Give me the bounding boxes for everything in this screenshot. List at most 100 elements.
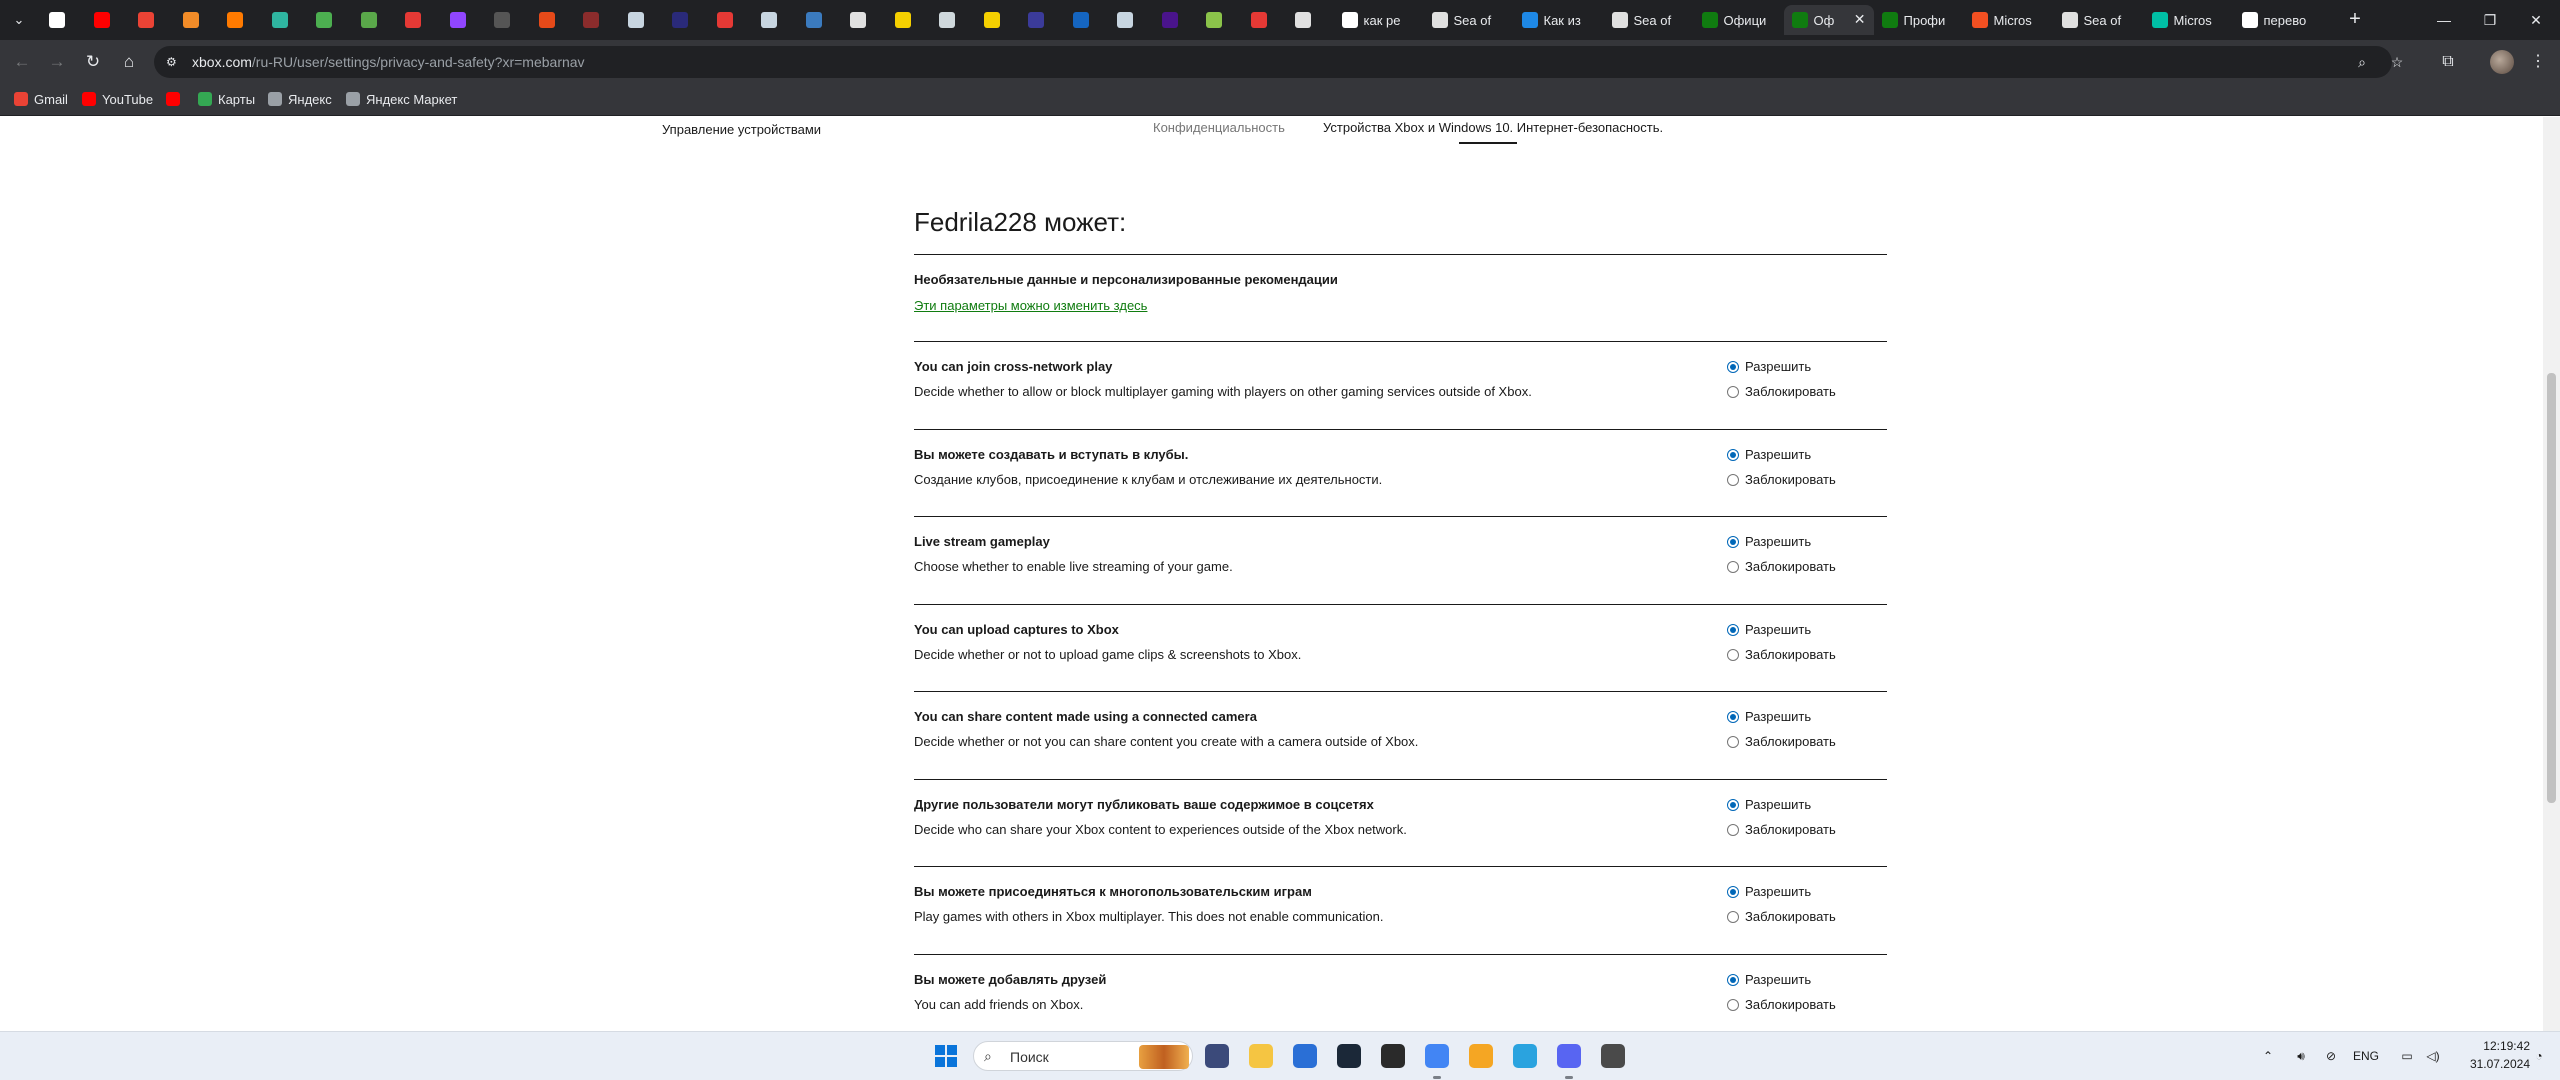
radio-button[interactable] bbox=[1727, 386, 1739, 398]
browser-tab[interactable] bbox=[978, 5, 1022, 35]
radio-button[interactable] bbox=[1727, 561, 1739, 573]
browser-tab[interactable]: как ре bbox=[1334, 5, 1424, 35]
radio-allow[interactable]: Разрешить bbox=[1727, 447, 1811, 462]
browser-tab[interactable]: Sea of bbox=[1424, 5, 1514, 35]
radio-button[interactable] bbox=[1727, 911, 1739, 923]
language-indicator[interactable]: ENG bbox=[2352, 1047, 2380, 1065]
bookmark-item[interactable]: YouTube bbox=[82, 92, 153, 110]
file-explorer-icon[interactable] bbox=[1249, 1044, 1273, 1068]
radio-button[interactable] bbox=[1727, 623, 1739, 636]
radio-allow[interactable]: Разрешить bbox=[1727, 884, 1811, 899]
clock-date[interactable]: 31.07.2024 bbox=[2460, 1057, 2530, 1071]
nav-device-management[interactable]: Управление устройствами bbox=[662, 122, 821, 137]
extensions-icon[interactable]: ⧉ bbox=[2436, 50, 2460, 74]
windows-start-icon[interactable] bbox=[935, 1045, 957, 1067]
page-scrollbar[interactable] bbox=[2543, 117, 2560, 1031]
browser-tab[interactable] bbox=[444, 5, 488, 35]
browser-tab[interactable]: Sea of bbox=[2054, 5, 2144, 35]
browser-tab[interactable] bbox=[1200, 5, 1244, 35]
speaker-icon[interactable]: ◁) bbox=[2424, 1047, 2442, 1065]
display-icon[interactable]: ▭ bbox=[2398, 1047, 2416, 1065]
radio-button[interactable] bbox=[1727, 798, 1739, 811]
browser-tab[interactable] bbox=[399, 5, 443, 35]
browser-tab[interactable] bbox=[755, 5, 799, 35]
radio-button[interactable] bbox=[1727, 473, 1739, 486]
browser-tab[interactable]: Micros bbox=[2144, 5, 2234, 35]
new-tab-button[interactable]: + bbox=[2344, 9, 2366, 31]
zoom-icon[interactable]: ⌕ bbox=[2352, 52, 2372, 72]
bookmark-item[interactable]: Gmail bbox=[14, 92, 68, 110]
browser-tab[interactable] bbox=[577, 5, 621, 35]
radio-block[interactable]: Заблокировать bbox=[1727, 472, 1836, 487]
browser-tab[interactable]: Micros bbox=[1964, 5, 2054, 35]
browser-tab[interactable] bbox=[533, 5, 577, 35]
radio-block[interactable]: Заблокировать bbox=[1727, 647, 1836, 662]
radio-button[interactable] bbox=[1727, 361, 1739, 373]
radio-allow[interactable]: Разрешить bbox=[1727, 709, 1811, 724]
browser-tab[interactable] bbox=[666, 5, 710, 35]
home-button[interactable]: ⌂ bbox=[117, 50, 141, 74]
url-text[interactable]: xbox.com/ru-RU/user/settings/privacy-and… bbox=[192, 54, 585, 70]
site-info-icon[interactable]: ⚙ bbox=[166, 54, 182, 70]
radio-allow[interactable]: Разрешить bbox=[1727, 972, 1811, 987]
radio-block[interactable]: Заблокировать bbox=[1727, 997, 1836, 1012]
bookmark-item[interactable]: Яндекс Маркет bbox=[346, 92, 457, 110]
minimize-button[interactable]: — bbox=[2424, 8, 2464, 32]
browser-tab[interactable] bbox=[177, 5, 221, 35]
epic-games-icon[interactable] bbox=[1381, 1044, 1405, 1068]
browser-tab[interactable]: Профи bbox=[1874, 5, 1964, 35]
forward-button[interactable]: → bbox=[45, 50, 69, 74]
radio-button[interactable] bbox=[1727, 823, 1739, 836]
radio-button[interactable] bbox=[1727, 648, 1739, 661]
browser-tab[interactable]: Офици bbox=[1694, 5, 1784, 35]
browser-tab[interactable] bbox=[488, 5, 532, 35]
menu-kebab-icon[interactable]: ⋮ bbox=[2526, 50, 2550, 74]
browser-tab[interactable] bbox=[88, 5, 132, 35]
radio-button[interactable] bbox=[1727, 886, 1739, 898]
bookmark-item[interactable] bbox=[166, 92, 186, 110]
browser-tab[interactable] bbox=[221, 5, 265, 35]
tab-close-icon[interactable]: ✕ bbox=[1854, 11, 1866, 28]
radio-block[interactable]: Заблокировать bbox=[1727, 909, 1836, 924]
browser-tab[interactable] bbox=[889, 5, 933, 35]
radio-button[interactable] bbox=[1727, 448, 1739, 461]
bookmark-item[interactable]: Яндекс bbox=[268, 92, 332, 110]
yandex-browser-icon[interactable] bbox=[1469, 1044, 1493, 1068]
tray-overflow-chevron-icon[interactable]: ⌃ bbox=[2260, 1047, 2276, 1065]
radio-allow[interactable]: Разрешить bbox=[1727, 797, 1811, 812]
tab-online-safety[interactable]: Устройства Xbox и Windows 10. Интернет-б… bbox=[1323, 120, 1663, 135]
browser-tab[interactable] bbox=[266, 5, 310, 35]
store-icon[interactable] bbox=[1293, 1044, 1317, 1068]
radio-button[interactable] bbox=[1727, 973, 1739, 986]
discord-icon[interactable] bbox=[1557, 1044, 1581, 1068]
network-off-icon[interactable]: ⊘ bbox=[2322, 1047, 2340, 1065]
clock-time[interactable]: 12:19:42 bbox=[2470, 1039, 2530, 1053]
back-button[interactable]: ← bbox=[10, 50, 34, 74]
browser-tab[interactable]: перево bbox=[2234, 5, 2324, 35]
bookmark-star-icon[interactable]: ☆ bbox=[2387, 52, 2407, 72]
radio-allow[interactable]: Разрешить bbox=[1727, 622, 1811, 637]
radio-button[interactable] bbox=[1727, 536, 1739, 548]
browser-tab[interactable] bbox=[310, 5, 354, 35]
bookmark-item[interactable]: Карты bbox=[198, 92, 255, 110]
profile-avatar[interactable] bbox=[2490, 50, 2514, 74]
browser-tab[interactable] bbox=[933, 5, 977, 35]
tab-search-chevron-icon[interactable]: ⌄ bbox=[8, 8, 30, 32]
radio-button[interactable] bbox=[1727, 998, 1739, 1011]
browser-tab[interactable] bbox=[844, 5, 888, 35]
reload-button[interactable]: ↻ bbox=[81, 50, 105, 74]
browser-tab[interactable] bbox=[355, 5, 399, 35]
radio-block[interactable]: Заблокировать bbox=[1727, 559, 1836, 574]
address-bar[interactable]: ⚙ xbox.com/ru-RU/user/settings/privacy-a… bbox=[154, 46, 2403, 78]
radio-button[interactable] bbox=[1727, 711, 1739, 723]
scrollbar-thumb[interactable] bbox=[2547, 373, 2556, 803]
radio-block[interactable]: Заблокировать bbox=[1727, 822, 1836, 837]
chrome-icon[interactable] bbox=[1425, 1044, 1449, 1068]
tab-active[interactable]: Оф ✕ bbox=[1783, 5, 1874, 35]
volume-mixer-icon[interactable]: 🔊︎ bbox=[2292, 1047, 2310, 1065]
browser-tab[interactable]: Sea of bbox=[1604, 5, 1694, 35]
browser-tab[interactable] bbox=[711, 5, 755, 35]
browser-tab[interactable] bbox=[1156, 5, 1200, 35]
browser-tab[interactable] bbox=[1111, 5, 1155, 35]
radio-button[interactable] bbox=[1727, 736, 1739, 748]
